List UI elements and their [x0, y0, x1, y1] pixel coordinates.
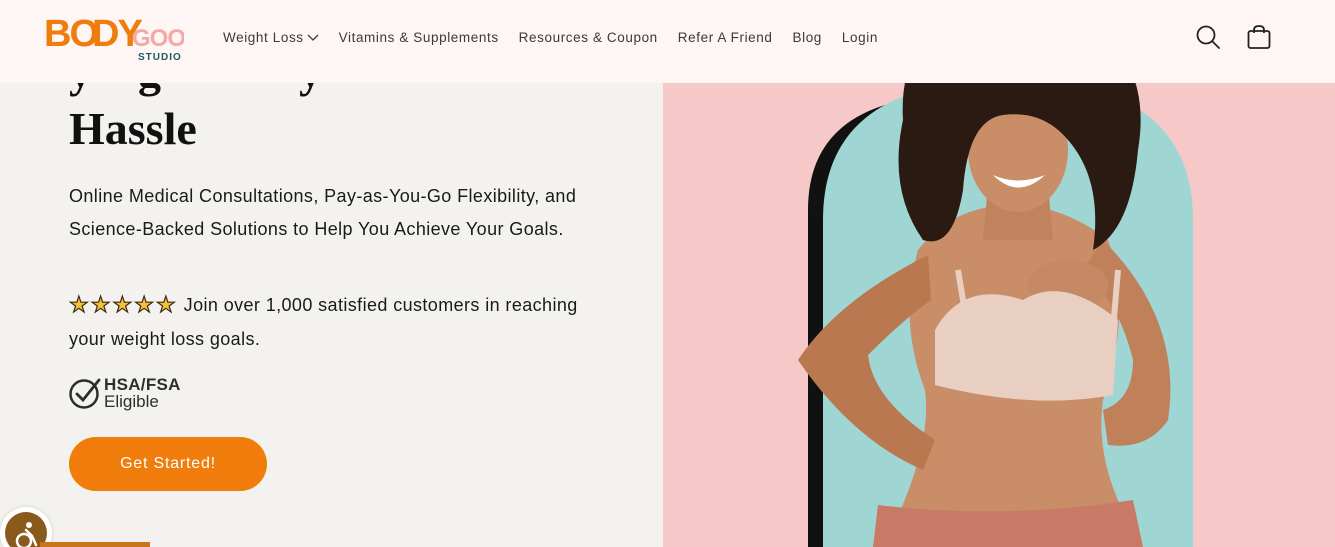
nav-login[interactable]: Login — [842, 28, 878, 46]
nav-vitamins-supplements[interactable]: Vitamins & Supplements — [339, 28, 499, 46]
nav-weight-loss[interactable]: Weight Loss — [223, 28, 319, 46]
get-started-button[interactable]: Get Started! — [69, 437, 267, 491]
star-icon: ★ — [155, 291, 178, 317]
rating-line: ★★★★★ Join over 1,000 satisfied customer… — [68, 289, 589, 355]
svg-text:STUDIO: STUDIO — [138, 52, 182, 63]
brand-logo[interactable]: BO DY GOOD STUDIO — [44, 13, 203, 65]
nav-blog[interactable]: Blog — [793, 28, 822, 46]
search-icon[interactable] — [1195, 24, 1221, 50]
accessibility-button[interactable] — [0, 507, 52, 547]
site-header: BO DY GOOD STUDIO Weight Loss Vitamins &… — [0, 0, 1335, 83]
checkmark-circle-icon — [69, 378, 101, 409]
chevron-down-icon — [307, 34, 319, 41]
nav-label: Weight Loss — [223, 29, 304, 45]
cart-icon[interactable] — [1246, 24, 1272, 50]
star-icon: ★ — [68, 291, 91, 317]
hsa-label: HSA/FSA — [104, 375, 181, 394]
bottom-bar — [40, 542, 150, 547]
star-icon: ★ — [90, 291, 113, 317]
star-icon: ★ — [134, 291, 156, 317]
nav-resources-coupon[interactable]: Resources & Coupon — [519, 28, 658, 46]
main-nav: Weight Loss Vitamins & Supplements Resou… — [223, 28, 898, 46]
eligible-label: Eligible — [104, 392, 159, 411]
hsa-fsa-badge: HSA/FSA Eligible — [68, 376, 181, 410]
svg-text:BO: BO — [44, 13, 97, 55]
hero-subtext: Online Medical Consultations, Pay-as-You… — [69, 186, 577, 239]
svg-text:GOOD: GOOD — [132, 25, 184, 52]
nav-refer-a-friend[interactable]: Refer A Friend — [678, 28, 773, 46]
star-icon: ★ — [112, 291, 135, 317]
hero-headline: Hassle — [69, 103, 197, 154]
rating-stars: ★★★★★ — [68, 289, 178, 323]
